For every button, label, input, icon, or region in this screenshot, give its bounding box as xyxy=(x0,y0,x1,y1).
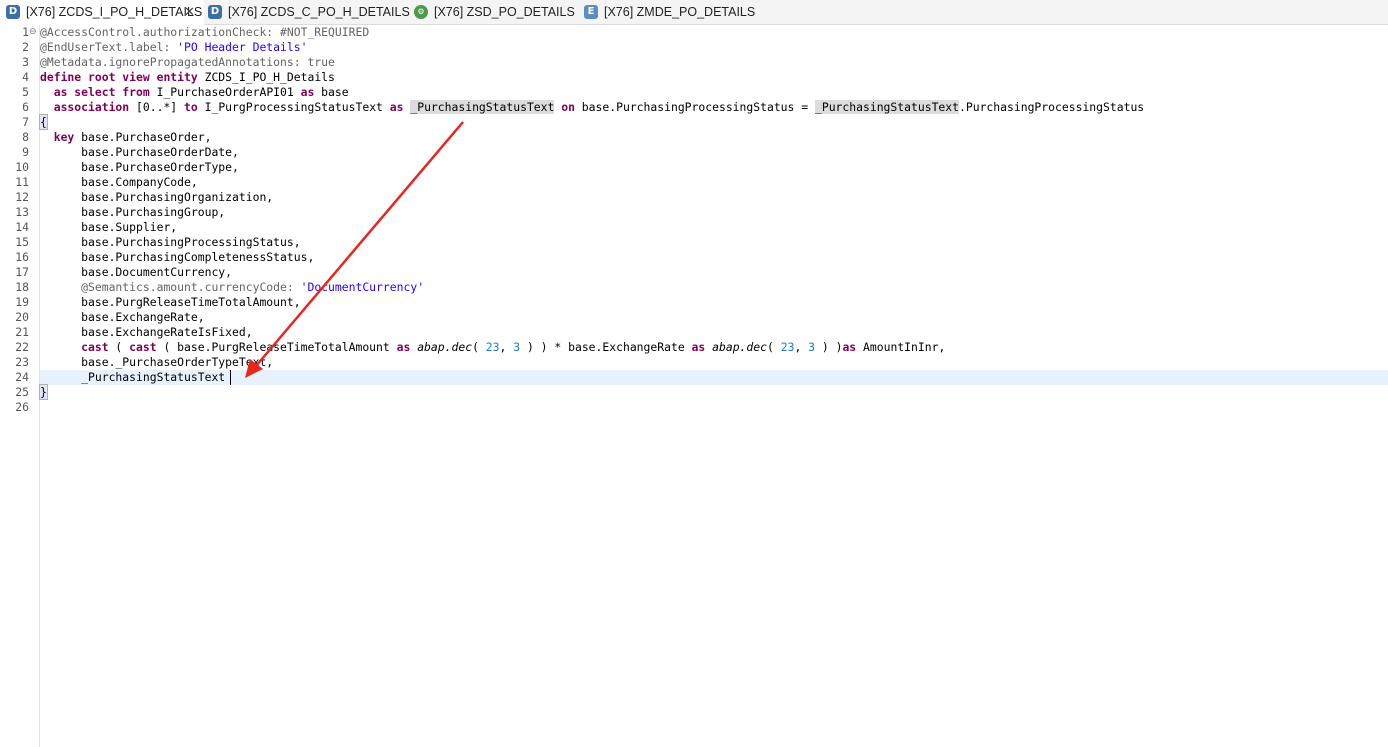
annotation-arrow xyxy=(245,121,464,378)
arrow-shaft xyxy=(255,121,464,367)
